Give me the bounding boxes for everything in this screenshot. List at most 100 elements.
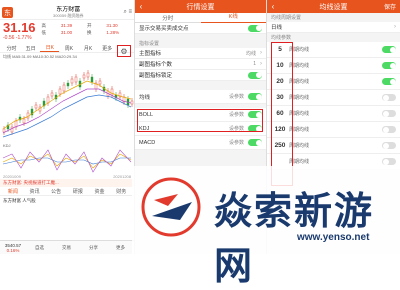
app-logo[interactable]: 东 — [2, 7, 13, 18]
tab-timeshare[interactable]: 分时 — [135, 14, 201, 22]
ma-period-label: 周期均线 — [289, 95, 310, 101]
highlight-ma-setting — [137, 109, 263, 132]
info-tabs: 新闻 资讯 公告 研报 资金 财务 — [0, 187, 134, 196]
ma-period-toggle[interactable] — [382, 110, 396, 117]
ma-period-toggle[interactable] — [382, 94, 396, 101]
kdj-j-line — [2, 149, 132, 173]
row-label: 副图指标个数 — [139, 62, 173, 68]
main-indicator-row[interactable]: 主图指标 均线 › — [135, 48, 266, 59]
spacer — [135, 81, 266, 90]
row-value: 均线 — [245, 50, 256, 57]
tab-funds[interactable]: 资金 — [89, 188, 111, 195]
highlight-ma-periods — [271, 42, 293, 186]
day-line-row[interactable]: 日线 › — [267, 22, 400, 33]
ma-period-toggle[interactable] — [382, 46, 396, 53]
section-header: 指标设置 — [135, 39, 266, 48]
stock-header: 东 东方财富 300059 融资融券 ⌕ ≡ — [0, 6, 134, 20]
tab-monthly-k[interactable]: 月K — [79, 45, 98, 52]
page-title: 均线设置 — [319, 3, 348, 11]
current-price: 31.16 — [3, 20, 36, 35]
stat-label: 换 — [87, 30, 92, 35]
row-value: 1 — [253, 61, 256, 67]
stock-title: 东方财富 300059 融资融券 — [13, 7, 123, 19]
tab-minute[interactable]: 分时 — [2, 45, 21, 52]
candle-body — [86, 72, 90, 78]
kdj-svg — [2, 149, 132, 173]
sub-indicator-lock-row[interactable]: 副图指标锁定 — [135, 70, 266, 81]
lock-toggle[interactable] — [248, 71, 262, 79]
candle-body — [2, 128, 6, 133]
stock-code: 300059 融资融券 — [53, 12, 84, 18]
ma-period-label: 周期均线 — [289, 63, 310, 69]
ma-period-label: 周期均线 — [289, 47, 310, 53]
indicator-params[interactable]: 设参数 — [229, 139, 244, 146]
save-button[interactable]: 保存 — [384, 2, 396, 11]
search-icon[interactable]: ⌕ ≡ — [123, 9, 132, 16]
candle-body — [70, 78, 74, 84]
date-start: 20201009 — [3, 174, 21, 179]
stat-value: 31.30 — [106, 23, 118, 28]
stat-label: 开 — [87, 23, 92, 28]
section-header-params: 均线参数 — [267, 33, 400, 42]
tab-daily-k[interactable]: 日K — [40, 44, 60, 52]
tab-five-day[interactable]: 五日 — [21, 45, 40, 52]
trade-button[interactable]: 交易 — [53, 245, 80, 251]
page-title: 行情设置 — [186, 3, 215, 11]
index-quote[interactable]: 3540.57 0.16% — [0, 243, 26, 253]
ma-period-toggle[interactable] — [382, 78, 396, 85]
watchlist-button[interactable]: 自选 — [26, 245, 53, 251]
sub-indicator-count-row[interactable]: 副图指标个数 1 › — [135, 59, 266, 70]
tab-info[interactable]: 资讯 — [24, 188, 46, 195]
indicator-row-macd[interactable]: MACD 设参数 — [135, 136, 266, 150]
indicator-params[interactable]: 设参数 — [229, 93, 244, 100]
candle-body — [46, 96, 50, 104]
stat-value: 1.28% — [106, 30, 120, 35]
candle-body — [98, 80, 102, 85]
candle-body — [62, 84, 66, 92]
ma-period-toggle[interactable] — [382, 62, 396, 69]
share-button[interactable]: 分享 — [80, 245, 107, 251]
date-end: 20201208 — [113, 174, 131, 179]
more-button[interactable]: 更多 — [107, 245, 134, 251]
ma-toggle[interactable] — [248, 93, 262, 100]
tab-more[interactable]: 更多 — [98, 45, 117, 52]
tab-finance[interactable]: 财务 — [110, 188, 132, 195]
stat-label: 低 — [41, 30, 47, 35]
bottom-bar: 3540.57 0.16% 自选 交易 分享 更多 — [0, 240, 134, 254]
status-bar — [0, 0, 134, 6]
ma-period-toggle[interactable] — [382, 158, 396, 165]
price-change: -0.56 -1.77% — [3, 35, 32, 41]
tab-kline[interactable]: K线 — [200, 13, 266, 23]
candle-body — [110, 88, 114, 96]
ma-period-toggle[interactable] — [382, 126, 396, 133]
candle-body — [22, 118, 26, 124]
candlestick-svg — [2, 70, 134, 138]
tab-research[interactable]: 研报 — [67, 188, 89, 195]
macd-toggle[interactable] — [248, 139, 262, 146]
stock-detail-panel: 东 东方财富 300059 融资融券 ⌕ ≡ 31.16 -0.56 -1.77… — [0, 0, 134, 254]
row-label: 主图指标 — [139, 51, 162, 57]
trade-points-row[interactable]: 显示交易买卖成交点 — [135, 23, 266, 34]
tab-announce[interactable]: 公告 — [45, 188, 67, 195]
kline-tabs: 分时 五日 日K 周K 月K 更多 — [0, 44, 134, 53]
chart-type-tabs: 分时 K线 — [135, 13, 266, 23]
row-label: 显示交易买卖成交点 — [139, 26, 189, 32]
ma-period-label: 周期均线 — [289, 127, 310, 133]
news-item[interactable]: 东方财富 人气股 — [0, 196, 134, 205]
news-ticker[interactable]: 东方财富: 央视报道打工魔... — [0, 179, 134, 187]
row-label: 副图指标锁定 — [139, 73, 173, 79]
ma-period-label: 周期均线 — [289, 79, 310, 85]
chevron-right-icon: › — [260, 50, 262, 56]
ma-period-toggle[interactable] — [382, 142, 396, 149]
tab-weekly-k[interactable]: 周K — [59, 45, 78, 52]
settings-gear-icon[interactable]: ⚙ — [117, 45, 131, 57]
candlestick-chart[interactable] — [0, 59, 134, 143]
price-row: 31.16 -0.56 -1.77% 高 31.39 开 31.30 低 31.… — [0, 20, 134, 44]
candle-body — [34, 104, 38, 109]
trade-points-toggle[interactable] — [248, 24, 262, 32]
stat-label: 高 — [41, 23, 47, 28]
candle-body — [10, 126, 14, 133]
indicator-row-ma[interactable]: 均线 设参数 — [135, 90, 266, 104]
nav-bar: ‹ 行情设置 — [135, 0, 266, 13]
tab-news[interactable]: 新闻 — [2, 188, 24, 195]
